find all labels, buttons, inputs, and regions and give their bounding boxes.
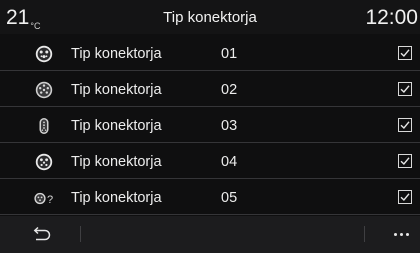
list-item-connector-01[interactable]: Tip konektorja 01	[0, 38, 420, 71]
connector-checkbox[interactable]	[398, 46, 412, 60]
connector-label: Tip konektorja	[71, 190, 162, 206]
more-options-button[interactable]	[391, 226, 415, 242]
more-options-icon	[400, 233, 403, 236]
header-bar: 21°C Tip konektorja 12:00	[0, 0, 420, 34]
connector-number: 02	[221, 82, 238, 98]
list-item-connector-03[interactable]: Tip konektorja 03	[0, 110, 420, 143]
connector-type-3-icon	[35, 117, 53, 135]
connector-checkbox[interactable]	[398, 82, 412, 96]
connector-label: Tip konektorja	[71, 46, 162, 62]
page-title: Tip konektorja	[163, 9, 257, 26]
connector-label: Tip konektorja	[71, 118, 162, 134]
footer-bar	[0, 216, 420, 253]
connector-checkbox[interactable]	[398, 154, 412, 168]
list-item-connector-02[interactable]: Tip konektorja 02	[0, 74, 420, 107]
clock: 12:00	[365, 6, 418, 29]
list-item-connector-04[interactable]: Tip konektorja 04	[0, 146, 420, 179]
list-item-connector-05[interactable]: ? Tip konektorja 05	[0, 182, 420, 215]
connector-type-2-icon	[35, 81, 53, 99]
connector-number: 01	[221, 46, 238, 62]
more-options-icon	[406, 233, 409, 236]
connector-type-4-icon	[35, 153, 53, 171]
more-options-icon	[394, 233, 397, 236]
screen: 21°C Tip konektorja 12:00 Tip konektorja…	[0, 0, 420, 253]
footer-divider	[80, 226, 81, 242]
back-arrow-icon	[33, 226, 51, 241]
connector-number: 03	[221, 118, 238, 134]
connector-number: 04	[221, 154, 238, 170]
connector-checkbox[interactable]	[398, 190, 412, 204]
connector-number: 05	[221, 190, 238, 206]
back-button[interactable]	[28, 224, 54, 244]
connector-label: Tip konektorja	[71, 82, 162, 98]
connector-checkbox[interactable]	[398, 118, 412, 132]
connector-list: Tip konektorja 01 Tip konektorja 02 Tip …	[0, 38, 420, 215]
svg-text:?: ?	[47, 194, 53, 206]
connector-label: Tip konektorja	[71, 154, 162, 170]
connector-type-unknown-icon: ?	[33, 189, 55, 207]
connector-type-1-icon	[35, 45, 53, 63]
footer-divider	[364, 226, 365, 242]
